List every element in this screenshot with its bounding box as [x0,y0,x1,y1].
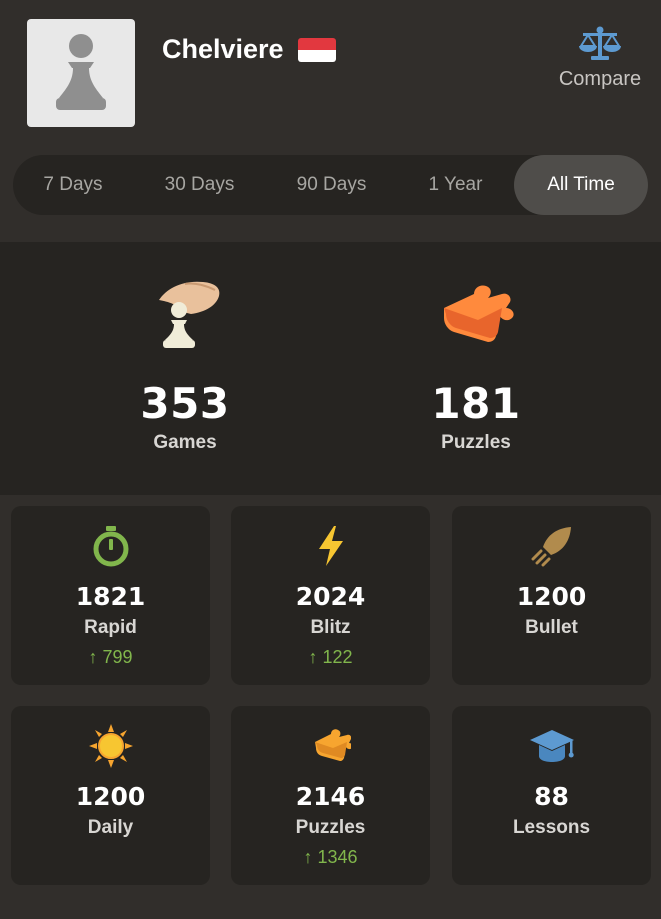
puzzles-change: ↑ 1346 [303,847,358,867]
stat-card-puzzles[interactable]: 2146 Puzzles ↑ 1346 [231,706,430,885]
country-flag-icon [297,37,336,62]
blitz-label: Blitz [310,617,351,638]
lessons-label: Lessons [512,817,591,838]
compare-label: Compare [558,68,642,90]
rocket-icon [531,527,571,567]
puzzles-label: Puzzles [441,432,511,453]
graduation-cap-icon [529,730,574,762]
profile-header: Chelviere Compare [0,0,661,150]
tab-1-year[interactable]: 1 Year [397,155,514,215]
avatar[interactable] [27,19,135,127]
puzzle-piece-icon [444,285,514,342]
compare-button[interactable]: Compare [548,26,652,91]
rapid-change: ↑ 799 [88,647,133,667]
games-count: 353 [140,379,230,428]
stat-card-daily[interactable]: 1200 Daily [11,706,210,885]
scales-icon [579,26,621,60]
lightning-icon [318,526,343,566]
summary-panel: 353 Games 181 Puzzles [0,242,661,495]
lessons-count: 88 [534,782,569,811]
sun-icon [88,724,133,768]
daily-label: Daily [87,817,134,838]
puzzles-card-label: Puzzles [295,817,366,838]
hand-pawn-icon [159,281,220,348]
daily-rating: 1200 [75,782,146,811]
stopwatch-icon [93,526,128,567]
stat-card-lessons[interactable]: 88 Lessons [452,706,651,885]
blitz-rating: 2024 [295,582,366,611]
username-row: Chelviere [162,34,336,65]
stat-card-rapid[interactable]: 1821 Rapid ↑ 799 [11,506,210,685]
stat-card-blitz[interactable]: 2024 Blitz ↑ 122 [231,506,430,685]
rapid-rating: 1821 [75,582,146,611]
puzzles-rating: 2146 [295,782,366,811]
username: Chelviere [162,34,284,64]
blitz-change: ↑ 122 [308,647,353,667]
tab-all-time[interactable]: All Time [514,155,648,215]
tab-90-days[interactable]: 90 Days [266,155,397,215]
games-summary[interactable]: 353 Games [85,278,285,454]
puzzles-count: 181 [431,379,521,428]
pawn-icon [56,34,106,110]
bullet-rating: 1200 [516,582,587,611]
tab-7-days[interactable]: 7 Days [13,155,133,215]
stat-card-bullet[interactable]: 1200 Bullet [452,506,651,685]
tab-30-days[interactable]: 30 Days [133,155,266,215]
time-range-tabs: 7 Days 30 Days 90 Days 1 Year All Time [13,155,648,215]
puzzles-summary[interactable]: 181 Puzzles [376,278,576,454]
puzzle-icon [314,729,351,761]
games-label: Games [153,432,217,453]
rapid-label: Rapid [84,617,137,638]
bullet-label: Bullet [525,617,578,638]
